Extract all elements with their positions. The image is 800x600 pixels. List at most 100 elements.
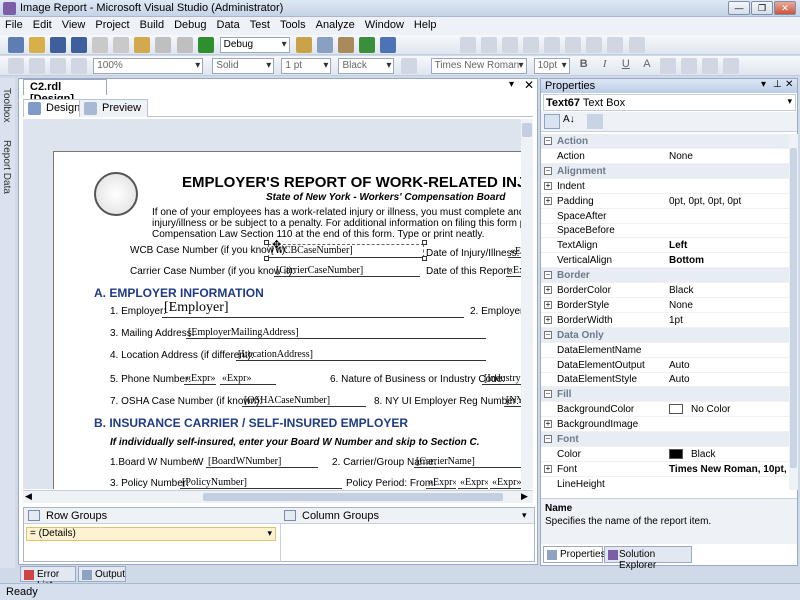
details-group[interactable]: = (Details) ▾ xyxy=(26,527,276,541)
collapse-icon[interactable]: − xyxy=(544,271,552,280)
menu-view[interactable]: View xyxy=(57,17,91,31)
doc-tab[interactable]: C2.rdl [Design] xyxy=(23,79,107,105)
report-formatting-icon[interactable] xyxy=(29,58,46,74)
find-icon[interactable] xyxy=(295,37,312,53)
property-category[interactable]: − Data Only xyxy=(541,327,789,343)
report-design-surface[interactable]: EMPLOYER'S REPORT OF WORK-RELATED INJURY… xyxy=(23,119,533,489)
property-grid-scrollbar[interactable] xyxy=(789,134,798,490)
menu-edit[interactable]: Edit xyxy=(28,17,57,31)
property-row[interactable]: + BorderWidth 1pt xyxy=(541,313,789,328)
same-width-icon[interactable] xyxy=(586,37,603,53)
property-value[interactable]: Bottom xyxy=(669,255,704,266)
bold-icon[interactable]: B xyxy=(576,58,592,74)
property-value[interactable]: None xyxy=(669,151,693,162)
new-project-icon[interactable] xyxy=(8,37,24,53)
property-value[interactable]: 0pt, 0pt, 0pt, 0pt xyxy=(669,196,741,207)
properties-close-icon[interactable]: ✕ xyxy=(785,79,793,90)
menu-debug[interactable]: Debug xyxy=(169,17,211,31)
property-row[interactable]: + BorderStyle None xyxy=(541,298,789,313)
property-category[interactable]: − Font xyxy=(541,432,789,447)
vertical-scroll-thumb[interactable] xyxy=(522,123,532,137)
same-height-icon[interactable] xyxy=(607,37,624,53)
property-value[interactable]: Black xyxy=(669,285,693,296)
font-dropdown[interactable]: Times New Roman xyxy=(430,58,527,74)
property-row[interactable]: SpaceAfter xyxy=(541,209,789,224)
redo-icon[interactable] xyxy=(176,37,193,53)
font-color-icon[interactable]: A xyxy=(639,58,655,74)
selection-handle[interactable] xyxy=(264,256,269,261)
wcb-case-number-textbox[interactable]: [WCBCaseNumber] xyxy=(268,244,424,258)
property-row[interactable]: + BorderColor Black xyxy=(541,283,789,298)
menu-tools[interactable]: Tools xyxy=(275,17,311,31)
property-row[interactable]: LineHeight xyxy=(541,477,789,490)
details-dropdown-icon[interactable]: ▾ xyxy=(267,528,272,539)
save-icon[interactable] xyxy=(50,37,67,53)
property-row[interactable]: BackgroundColor No Color xyxy=(541,402,789,418)
align-center-icon[interactable] xyxy=(681,58,697,74)
property-row[interactable]: + Padding 0pt, 0pt, 0pt, 0pt xyxy=(541,194,789,209)
properties-icon[interactable] xyxy=(316,37,333,53)
align-right-icon[interactable] xyxy=(702,58,719,74)
expand-icon[interactable]: + xyxy=(544,315,552,324)
property-category[interactable]: − Alignment xyxy=(541,163,789,179)
border-color-dropdown[interactable]: Black xyxy=(338,58,395,74)
period-expr-1[interactable]: «Expr» xyxy=(426,477,456,489)
collapse-icon[interactable]: − xyxy=(544,435,552,443)
scroll-right-icon[interactable]: ▶ xyxy=(521,491,528,502)
property-value[interactable]: Left xyxy=(669,240,687,251)
selection-handle[interactable] xyxy=(264,240,269,245)
doc-dropdown-icon[interactable]: ▾ xyxy=(509,79,514,90)
policy-number-field[interactable]: [PolicyNumber] xyxy=(180,477,342,489)
vertical-scrollbar[interactable] xyxy=(521,119,533,489)
industry-field[interactable]: [Industry xyxy=(482,373,524,385)
property-row[interactable]: TextAlign Left xyxy=(541,238,789,254)
menu-test[interactable]: Test xyxy=(245,17,275,31)
zoom-dropdown[interactable]: 100% xyxy=(93,58,204,74)
tools-icon[interactable] xyxy=(337,37,354,53)
object-selector[interactable]: Text67 Text Box ▾ xyxy=(543,94,796,111)
property-value[interactable]: Black xyxy=(691,449,715,460)
horizontal-scrollbar[interactable]: ◀ ▶ xyxy=(23,490,533,503)
undo-icon[interactable] xyxy=(155,37,172,53)
tab-properties[interactable]: Properties xyxy=(543,546,606,563)
menu-data[interactable]: Data xyxy=(212,17,245,31)
board-w-number-field[interactable]: [BoardWNumber] xyxy=(206,456,318,468)
tab-preview[interactable]: Preview xyxy=(79,99,149,117)
menu-window[interactable]: Window xyxy=(360,17,409,31)
border-width-dropdown[interactable]: 1 pt xyxy=(281,58,332,74)
properties-dropdown-icon[interactable]: ▾ xyxy=(761,79,766,90)
selection-handle[interactable] xyxy=(422,240,427,245)
move-handle-icon[interactable]: ✥ xyxy=(272,238,281,251)
property-row[interactable]: DataElementStyle Auto xyxy=(541,372,789,388)
align-rights-icon[interactable] xyxy=(502,37,519,53)
run-icon[interactable] xyxy=(358,37,375,53)
expand-icon[interactable]: + xyxy=(544,464,552,473)
property-value[interactable]: No Color xyxy=(691,404,730,415)
carrier-case-number-field[interactable]: [CarrierCaseNumber] xyxy=(274,265,420,277)
categorized-icon[interactable] xyxy=(544,114,560,129)
justify-icon[interactable] xyxy=(723,58,740,74)
italic-icon[interactable]: I xyxy=(597,58,613,74)
employer-field[interactable]: [Employer] xyxy=(162,300,464,318)
expand-icon[interactable]: + xyxy=(544,286,552,294)
borders-icon[interactable] xyxy=(400,58,417,74)
font-size-dropdown[interactable]: 10pt xyxy=(533,58,570,74)
period-expr-2[interactable]: «Expr» xyxy=(458,477,488,489)
property-category[interactable]: − Fill xyxy=(541,387,789,403)
collapse-icon[interactable]: − xyxy=(544,166,552,175)
location-address-field[interactable]: [LocationAddress] xyxy=(236,349,486,361)
property-row[interactable]: Action None xyxy=(541,149,789,164)
align-bottoms-icon[interactable] xyxy=(565,37,582,53)
property-row[interactable]: VerticalAlign Bottom xyxy=(541,253,789,269)
phone-expr-1[interactable]: «Expr» xyxy=(184,373,216,385)
property-row[interactable]: DataElementName xyxy=(541,343,789,358)
property-value[interactable]: Auto xyxy=(669,374,690,385)
expand-icon[interactable]: + xyxy=(544,300,552,309)
expand-icon[interactable]: + xyxy=(544,420,552,429)
object-dropdown-icon[interactable]: ▾ xyxy=(787,96,792,107)
report-borders-icon[interactable] xyxy=(8,58,24,74)
menu-file[interactable]: File xyxy=(0,17,28,31)
property-category[interactable]: − Border xyxy=(541,268,789,284)
tab-design[interactable]: Design xyxy=(23,99,88,117)
property-row[interactable]: SpaceBefore xyxy=(541,223,789,239)
